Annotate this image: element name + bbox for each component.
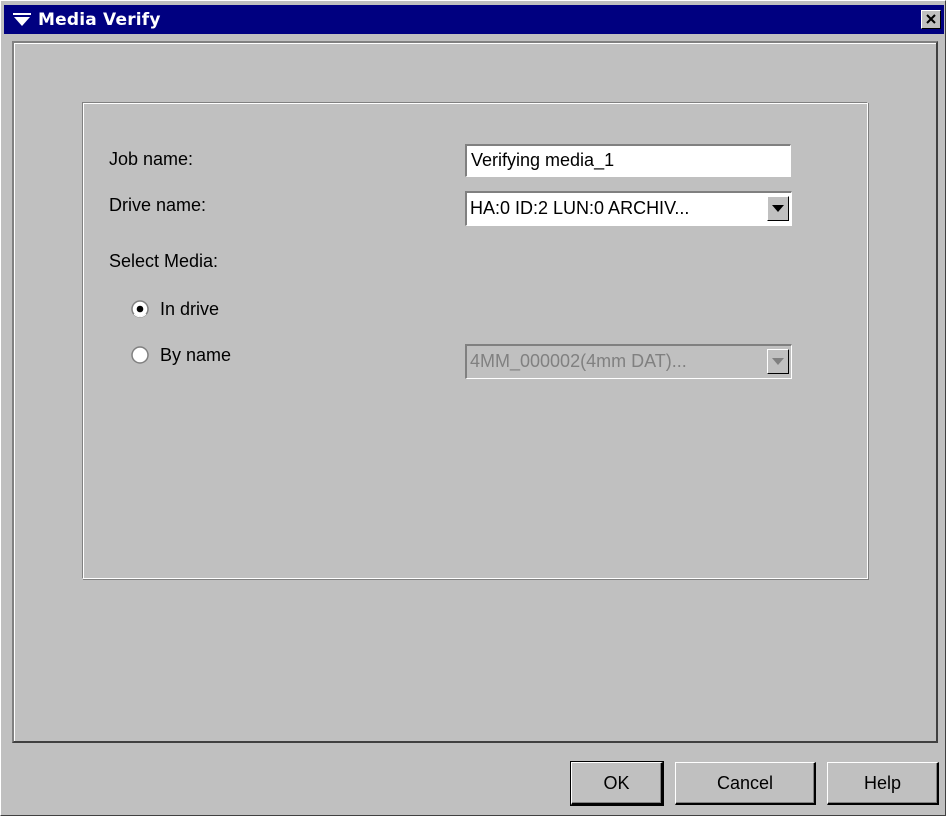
drive-name-dropdown-button[interactable]	[767, 196, 789, 221]
drive-name-label: Drive name:	[109, 195, 207, 215]
media-verify-dialog: Media Verify Job name: Verifying media_1…	[0, 0, 946, 816]
help-button[interactable]: Help	[827, 762, 939, 805]
drive-name-value: HA:0 ID:2 LUN:0 ARCHIV...	[470, 198, 690, 218]
ok-button[interactable]: OK	[570, 761, 664, 806]
radio-in-drive-label[interactable]: In drive	[160, 299, 219, 320]
job-name-field[interactable]: Verifying media_1	[465, 144, 791, 177]
job-name-label: Job name:	[109, 149, 194, 169]
chevron-down-icon	[772, 205, 784, 212]
radio-unchecked-icon[interactable]	[131, 346, 149, 364]
window-menu-icon[interactable]	[13, 13, 31, 27]
select-media-label: Select Media:	[109, 251, 219, 271]
close-button[interactable]	[921, 10, 941, 29]
chevron-down-icon	[772, 358, 784, 365]
window-title: Media Verify	[38, 10, 161, 30]
media-name-select: 4MM_000002(4mm DAT)...	[465, 344, 792, 379]
media-name-value: 4MM_000002(4mm DAT)...	[470, 351, 687, 371]
title-bar[interactable]: Media Verify	[4, 5, 944, 34]
media-name-dropdown-button	[767, 349, 789, 374]
close-icon	[926, 14, 936, 24]
radio-checked-icon[interactable]	[131, 300, 149, 318]
drive-name-select[interactable]: HA:0 ID:2 LUN:0 ARCHIV...	[465, 191, 792, 226]
cancel-button[interactable]: Cancel	[675, 762, 816, 805]
radio-by-name-label[interactable]: By name	[160, 345, 231, 366]
